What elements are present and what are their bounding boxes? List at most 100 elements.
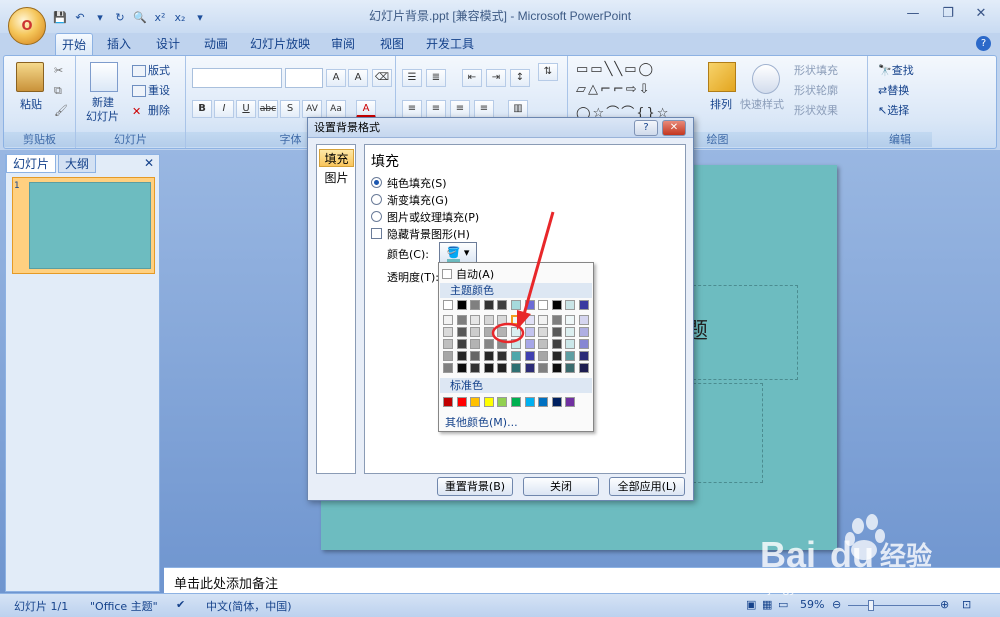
theme-color-swatch[interactable] [470, 363, 481, 373]
standard-color-swatch[interactable] [443, 397, 453, 407]
justify-icon[interactable]: ≡ [474, 100, 494, 118]
save-icon[interactable]: 💾 [52, 9, 68, 25]
theme-color-swatch[interactable] [538, 327, 549, 337]
office-button[interactable]: O [8, 7, 46, 45]
undo-icon[interactable]: ↶ [72, 9, 88, 25]
theme-color-swatch[interactable] [524, 351, 535, 361]
nav-picture[interactable]: 图片 [319, 169, 354, 187]
shape-fill-button[interactable]: 形状填充 [794, 62, 838, 78]
text-direction-icon[interactable]: ⇅ [538, 63, 558, 81]
apply-all-button[interactable]: 全部应用(L) [609, 477, 685, 496]
radio-picture[interactable] [371, 211, 382, 222]
shapes-gallery-row2[interactable]: ▱△⌐⌐⇨⇩ [576, 82, 652, 97]
theme-color-swatch[interactable] [524, 315, 535, 325]
theme-color-swatch[interactable] [470, 327, 481, 337]
theme-color-swatch[interactable] [497, 339, 508, 349]
theme-color-swatch[interactable] [483, 327, 494, 337]
shape-outline-button[interactable]: 形状轮廓 [794, 82, 838, 98]
align-left-icon[interactable]: ≡ [402, 100, 422, 118]
theme-color-swatch[interactable] [511, 315, 521, 325]
dropdown-icon[interactable]: ▾ [92, 9, 108, 25]
standard-color-swatch[interactable] [497, 397, 508, 407]
slide-thumbnail[interactable] [12, 177, 155, 274]
minimize-icon[interactable]: — [900, 6, 926, 24]
theme-color-swatch[interactable] [551, 363, 562, 373]
hide-graphics-option[interactable]: 隐藏背景图形(H) [371, 226, 470, 242]
arrange-icon[interactable] [708, 62, 736, 92]
standard-color-swatch[interactable] [551, 397, 562, 407]
hide-graphics-checkbox[interactable] [371, 228, 382, 239]
tab-home[interactable]: 开始 [55, 33, 93, 55]
line-spacing-icon[interactable]: ↕ [510, 69, 530, 87]
theme-color-swatch[interactable] [511, 300, 521, 310]
help-icon[interactable]: ? [976, 36, 991, 51]
format-painter-icon[interactable]: 🖌 [54, 104, 68, 117]
reset-background-button[interactable]: 重置背景(B) [437, 477, 513, 496]
decrease-indent-icon[interactable]: ⇤ [462, 69, 482, 87]
cut-icon[interactable]: ✂ [54, 64, 63, 77]
paste-button[interactable]: 粘贴 [20, 96, 42, 112]
theme-color-swatch[interactable] [443, 351, 453, 361]
subtitle-placeholder[interactable] [693, 383, 763, 483]
solid-fill-option[interactable]: 纯色填充(S) [371, 175, 447, 191]
delete-button[interactable]: ✕ 删除 [132, 102, 170, 118]
grow-font-button[interactable]: A [326, 69, 346, 87]
theme-color-swatch[interactable] [470, 315, 481, 325]
theme-color-swatch[interactable] [524, 300, 535, 310]
theme-color-swatch[interactable] [483, 300, 494, 310]
picture-fill-option[interactable]: 图片或纹理填充(P) [371, 209, 479, 225]
shapes-gallery[interactable]: ▭▭╲╲▭◯ [576, 62, 655, 77]
tab-animations[interactable]: 动画 [196, 33, 236, 55]
theme-color-swatch[interactable] [579, 351, 589, 361]
close-pane-icon[interactable]: ✕ [144, 156, 154, 170]
theme-color-swatch[interactable] [565, 315, 576, 325]
change-case-button[interactable]: Aa [326, 100, 346, 118]
theme-color-swatch[interactable] [497, 327, 508, 337]
theme-color-swatch[interactable] [443, 327, 453, 337]
theme-color-swatch[interactable] [456, 300, 467, 310]
dialog-close-button[interactable]: ✕ [662, 120, 686, 136]
theme-color-swatch[interactable] [538, 363, 549, 373]
theme-color-swatch[interactable] [456, 327, 467, 337]
superscript-icon[interactable]: x² [152, 9, 168, 25]
quick-styles-button[interactable]: 快速样式 [740, 96, 784, 112]
strikethrough-button[interactable]: abc [258, 100, 278, 118]
nav-fill[interactable]: 填充 [319, 149, 354, 167]
radio-solid[interactable] [371, 177, 382, 188]
theme-color-swatch[interactable] [456, 363, 467, 373]
shadow-button[interactable]: S [280, 100, 300, 118]
theme-color-swatch[interactable] [497, 363, 508, 373]
standard-color-swatch[interactable] [470, 397, 481, 407]
reset-button[interactable]: 重设 [132, 82, 170, 98]
radio-gradient[interactable] [371, 194, 382, 205]
shape-effects-button[interactable]: 形状效果 [794, 102, 838, 118]
theme-color-swatch[interactable] [511, 339, 521, 349]
theme-color-swatch[interactable] [551, 300, 562, 310]
columns-icon[interactable]: ▥ [508, 100, 528, 118]
theme-color-swatch[interactable] [538, 300, 549, 310]
theme-color-swatch[interactable] [497, 351, 508, 361]
tab-insert[interactable]: 插入 [101, 33, 137, 55]
dialog-help-button[interactable]: ? [634, 120, 658, 136]
font-name-combo[interactable] [192, 68, 282, 88]
theme-color-swatch[interactable] [579, 300, 589, 310]
tab-slides-pane[interactable]: 幻灯片 [6, 155, 57, 173]
theme-color-swatch[interactable] [497, 315, 508, 325]
subscript-icon[interactable]: x₂ [172, 9, 188, 25]
underline-button[interactable]: U [236, 100, 256, 118]
customize-qat-icon[interactable]: ▾ [192, 9, 208, 25]
bullets-icon[interactable]: ☰ [402, 69, 422, 87]
theme-color-swatch[interactable] [483, 339, 494, 349]
bold-button[interactable]: B [192, 100, 212, 118]
theme-color-swatch[interactable] [443, 363, 453, 373]
theme-color-swatch[interactable] [538, 315, 549, 325]
tab-developer[interactable]: 开发工具 [420, 33, 480, 55]
theme-color-swatch[interactable] [538, 351, 549, 361]
theme-color-swatch[interactable] [524, 327, 535, 337]
theme-color-swatch[interactable] [551, 315, 562, 325]
theme-color-swatch[interactable] [443, 339, 453, 349]
theme-color-swatch[interactable] [483, 315, 494, 325]
theme-color-swatch[interactable] [483, 363, 494, 373]
theme-color-swatch[interactable] [511, 363, 521, 373]
italic-button[interactable]: I [214, 100, 234, 118]
